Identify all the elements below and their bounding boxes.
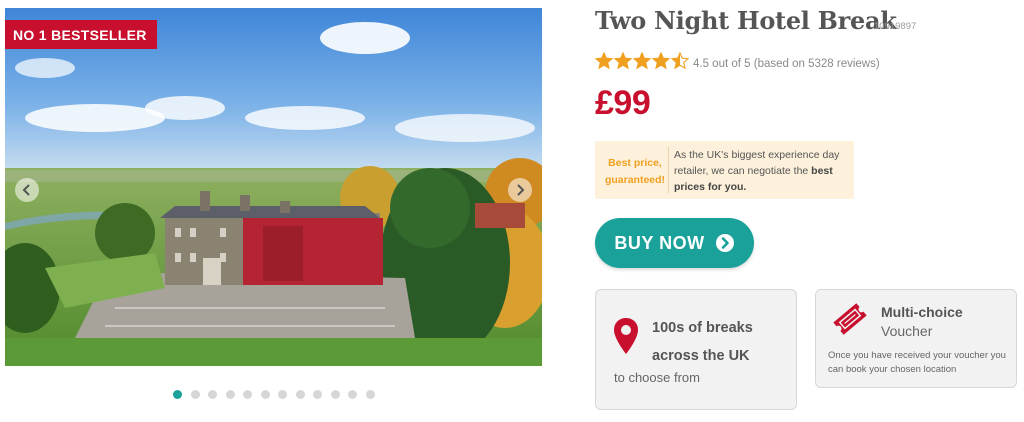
best-price-label: Best price, guaranteed! [601,155,669,189]
gallery-dot[interactable] [278,390,287,399]
best-price-text: As the UK's biggest experience day retai… [674,147,846,195]
bestseller-badge: NO 1 BESTSELLER [5,20,157,49]
best-price-label-line2: guaranteed! [604,174,666,186]
breaks-line3: to choose from [614,370,700,385]
gallery-dot[interactable] [330,390,340,399]
gallery-dot[interactable] [313,390,322,399]
star-rating[interactable] [595,52,689,70]
gallery-dot[interactable] [348,390,357,399]
product-sku: 10919897 [874,21,917,32]
voucher-description: Once you have received your voucher you … [828,350,1006,375]
breaks-line2: across the UK [652,348,750,364]
promo-divider [668,147,669,193]
hotel-photo [5,8,542,366]
gallery-dot[interactable] [365,390,375,399]
star-icon [633,52,651,70]
product-title: Two Night Hotel Break [595,6,897,35]
gallery-dot[interactable] [225,390,235,399]
chevron-left-icon [22,184,30,196]
breaks-info-card: 100s of breaks across the UK to choose f… [595,289,797,410]
gallery-dot[interactable] [260,390,270,399]
star-icon [614,52,632,70]
star-icon [671,52,689,70]
map-pin-icon [614,318,638,354]
gallery-pagination [173,390,375,399]
star-icon [652,52,670,70]
star-icon [595,52,613,70]
voucher-title: Multi-choice [881,304,963,320]
buy-now-button[interactable]: BUY NOW [595,218,754,268]
product-price: £99 [595,84,651,122]
gallery-prev-button[interactable] [15,178,39,202]
voucher-info-card: Multi-choice Voucher Once you have recei… [815,289,1017,388]
gallery-dot[interactable] [208,390,217,399]
gallery-dot[interactable] [243,390,252,399]
chevron-right-icon [517,184,525,196]
best-price-label-line1: Best price, [608,157,662,169]
ticket-icon [833,303,867,335]
gallery-dot[interactable] [190,390,200,399]
chevron-right-circle-icon [715,234,734,252]
gallery-dot[interactable] [295,390,305,399]
gallery-next-button[interactable] [508,178,532,202]
best-price-banner: Best price, guaranteed! As the UK's bigg… [595,141,854,199]
breaks-line1: 100s of breaks [652,320,753,336]
buy-now-label: BUY NOW [614,232,705,253]
rating-text[interactable]: 4.5 out of 5 (based on 5328 reviews) [693,58,880,70]
voucher-subtitle: Voucher [881,323,933,339]
product-image-gallery[interactable]: NO 1 BESTSELLER [5,8,542,366]
gallery-dot[interactable] [173,390,182,399]
